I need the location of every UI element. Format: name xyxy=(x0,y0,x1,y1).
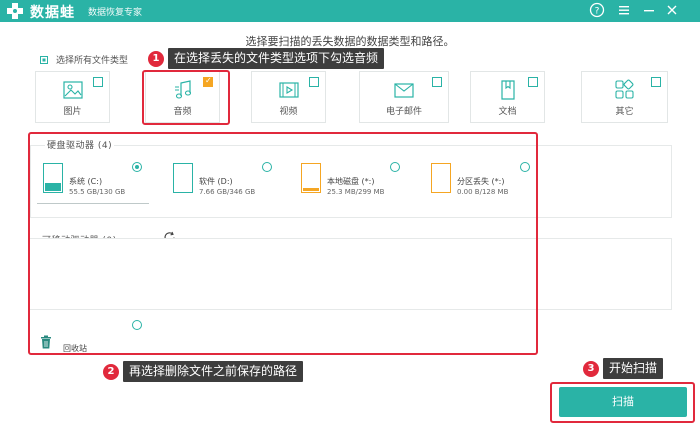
type-card-video[interactable]: 视频 xyxy=(251,71,326,123)
title-bar: 数据蛙 数据恢复专家 ? xyxy=(0,0,700,22)
images-checkbox[interactable] xyxy=(93,77,103,87)
select-all-option[interactable]: 选择所有文件类型 xyxy=(40,53,128,66)
app-name: 数据蛙 xyxy=(30,5,75,21)
step-callout-2: 再选择删除文件之前保存的路径 xyxy=(123,361,304,382)
close-icon[interactable] xyxy=(663,2,681,20)
type-label: 电子邮件 xyxy=(385,107,422,117)
type-label: 其它 xyxy=(615,107,634,117)
image-icon xyxy=(62,81,83,99)
help-icon[interactable]: ? xyxy=(588,2,606,20)
svg-text:?: ? xyxy=(595,7,600,17)
step-callout-3: 开始扫描 xyxy=(603,358,664,379)
documents-checkbox[interactable] xyxy=(528,77,538,87)
type-card-others[interactable]: 其它 xyxy=(581,71,668,123)
step-badge-3: 3 xyxy=(583,361,599,377)
type-label: 图片 xyxy=(63,107,82,117)
others-checkbox[interactable] xyxy=(651,77,661,87)
video-checkbox[interactable] xyxy=(309,77,319,87)
video-icon xyxy=(278,82,299,98)
type-card-email[interactable]: 电子邮件 xyxy=(359,71,449,123)
menu-icon[interactable] xyxy=(615,2,633,20)
type-label: 视频 xyxy=(279,107,298,117)
select-all-label: 选择所有文件类型 xyxy=(56,56,129,66)
email-checkbox[interactable] xyxy=(432,77,442,87)
annotation-highlight-audio xyxy=(142,70,230,125)
instruction-text: 选择要扫描的丢失数据的数据类型和路径。 xyxy=(245,35,455,48)
step-callout-1: 在选择丢失的文件类型选项下勾选音频 xyxy=(168,48,385,69)
type-label: 文档 xyxy=(498,107,517,117)
scan-button[interactable]: 扫描 xyxy=(559,387,687,417)
minimize-icon[interactable] xyxy=(640,2,658,20)
email-icon xyxy=(394,83,414,98)
annotation-highlight-path xyxy=(28,132,538,355)
document-icon xyxy=(500,80,515,100)
app-subtitle: 数据恢复专家 xyxy=(88,8,143,18)
type-card-images[interactable]: 图片 xyxy=(35,71,110,123)
app-logo-icon xyxy=(7,3,23,19)
type-card-documents[interactable]: 文档 xyxy=(470,71,545,123)
select-all-checkbox[interactable] xyxy=(40,55,48,64)
apps-grid-icon xyxy=(614,79,634,99)
step-badge-1: 1 xyxy=(148,51,164,67)
step-badge-2: 2 xyxy=(103,364,119,380)
app-window: 数据蛙 数据恢复专家 ? 选择要扫描的丢失数据的数据类型和路径。 选择所有文件类… xyxy=(0,0,700,428)
